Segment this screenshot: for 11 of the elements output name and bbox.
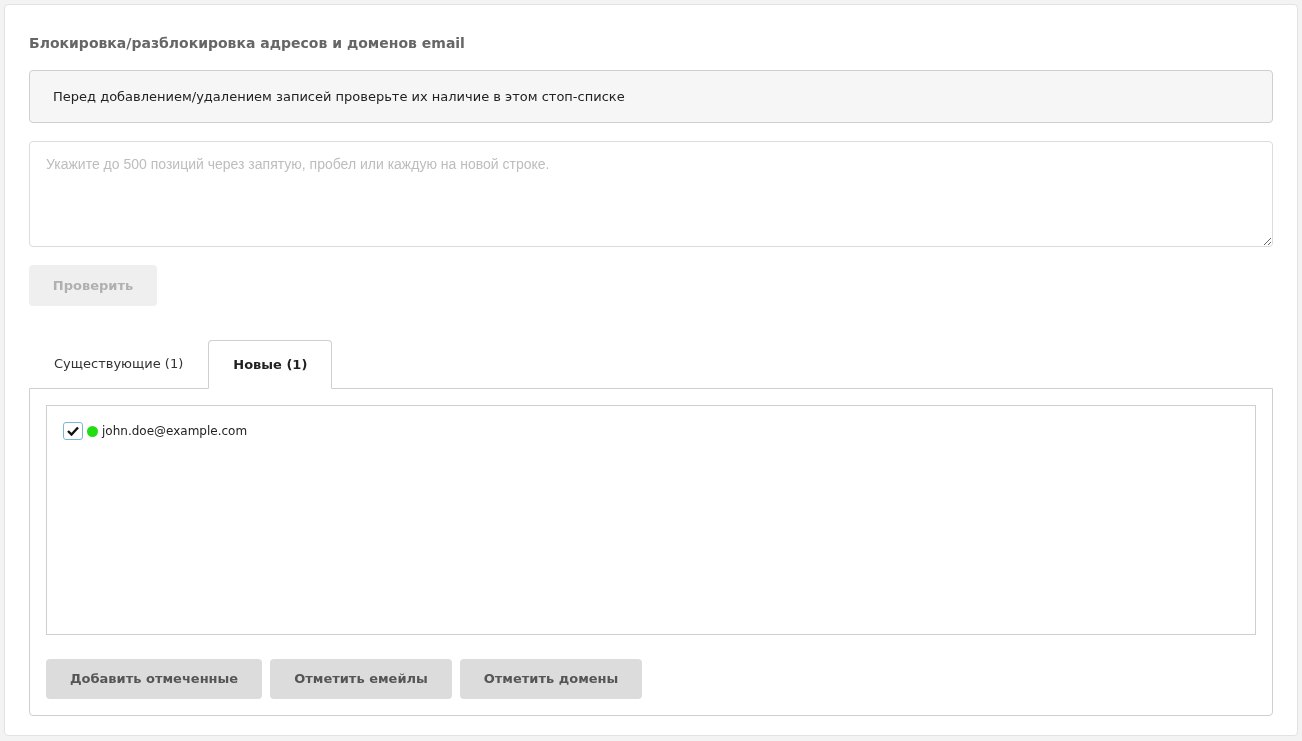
tab[interactable]: Существующие (1) <box>29 339 209 388</box>
section-title: Блокировка/разблокировка адресов и доменов email <box>29 34 466 53</box>
action-button[interactable]: Добавить отмеченные <box>46 659 263 699</box>
notice-banner: Перед добавлением/удалением записей проверьте их наличие в этом стоп-списке <box>29 70 1273 123</box>
check-icon <box>67 426 79 436</box>
email-label: john.doe@example.com <box>102 423 248 440</box>
action-button[interactable]: Отметить домены <box>459 659 643 699</box>
tab[interactable]: Новые (1) <box>208 340 333 389</box>
input-field[interactable]: Укажите до 500 позиций через запятую, пробел или каждую на новой строке. <box>29 141 1273 247</box>
action-button[interactable]: Отметить емейлы <box>270 659 452 699</box>
checkbox[interactable] <box>63 422 83 440</box>
